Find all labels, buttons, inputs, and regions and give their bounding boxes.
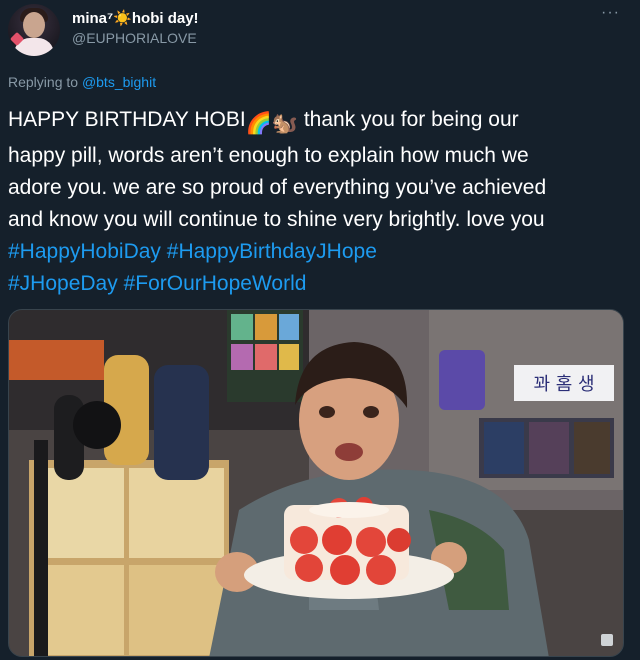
hashtag-link[interactable]: #ForOurHopeWorld: [124, 272, 307, 295]
tweet-text: HAPPY BIRTHDAY HOBI🌈🐿️ thank you for bei…: [8, 104, 628, 300]
user-handle[interactable]: @EUPHORIALOVE: [72, 30, 197, 46]
replying-to-link[interactable]: @bts_bighit: [82, 74, 156, 90]
rainbow-emoji-icon: 🌈: [245, 112, 272, 135]
tweet-text-line2: happy pill, words aren’t enough to expla…: [8, 144, 529, 167]
replying-to-label: Replying to: [8, 74, 82, 90]
hashtag-link[interactable]: #HappyBirthdayJHope: [167, 240, 377, 263]
profile-avatar[interactable]: [8, 4, 60, 56]
display-name[interactable]: mina⁷☀️hobi day!: [72, 9, 199, 27]
media-sign-text: 꽈 홈 생: [533, 374, 594, 395]
squirrel-emoji-icon: 🐿️: [271, 112, 298, 135]
tweet: mina⁷☀️hobi day! @EUPHORIALOVE ··· Reply…: [0, 0, 640, 660]
tweet-media-photo[interactable]: 꽈 홈 생: [8, 309, 624, 657]
tweet-text-line1a: HAPPY BIRTHDAY HOBI: [8, 108, 246, 131]
tweet-text-line3: adore you. we are so proud of everything…: [8, 176, 547, 199]
hashtag-link[interactable]: #HappyHobiDay: [8, 240, 161, 263]
tweet-text-line4: and know you will continue to shine very…: [8, 208, 545, 231]
media-expand-icon[interactable]: [601, 634, 613, 646]
more-horizontal-icon[interactable]: ···: [601, 4, 620, 22]
replying-to: Replying to @bts_bighit: [8, 74, 156, 90]
tweet-text-line1b: thank you for being our: [298, 108, 519, 131]
hashtag-link[interactable]: #JHopeDay: [8, 272, 118, 295]
